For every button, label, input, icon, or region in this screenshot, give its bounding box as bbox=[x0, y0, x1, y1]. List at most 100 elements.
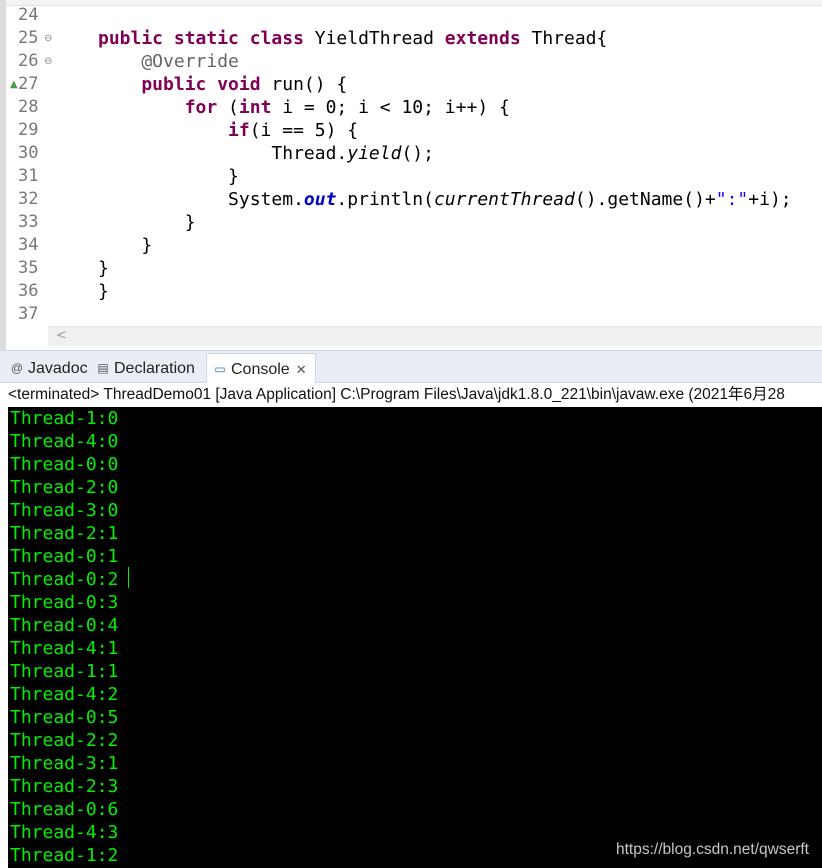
code-keyword: for bbox=[98, 97, 229, 118]
code-token: YieldThread bbox=[314, 28, 445, 49]
code-token: System. bbox=[98, 189, 304, 210]
console-line: Thread-2:3 bbox=[10, 776, 119, 797]
close-icon[interactable]: ✕ bbox=[296, 362, 307, 377]
code-text: System.out.println(currentThread().getNa… bbox=[98, 188, 792, 211]
console-line: Thread-3:0 bbox=[10, 500, 119, 521]
code-text: } bbox=[98, 280, 109, 303]
code-token: } bbox=[98, 212, 196, 233]
code-token: . bbox=[336, 189, 348, 210]
code-token: (i == 5) { bbox=[249, 120, 359, 141]
code-token: println( bbox=[347, 189, 434, 210]
tab-label: Declaration bbox=[114, 360, 195, 377]
tab-javadoc[interactable]: @ Javadoc bbox=[10, 353, 88, 383]
console-line: Thread-0:5 bbox=[10, 707, 119, 728]
code-line: 31 } bbox=[6, 165, 822, 188]
editor-horizontal-scrollbar[interactable]: < bbox=[48, 326, 822, 346]
tab-declaration[interactable]: ▤ Declaration bbox=[96, 353, 195, 383]
tab-label: Console bbox=[231, 361, 290, 378]
code-token: } bbox=[98, 281, 109, 302]
code-line: ▲ 27 public void run() { bbox=[6, 73, 822, 96]
code-token: ( bbox=[228, 97, 239, 118]
line-number: 36 bbox=[18, 281, 39, 301]
console-line: Thread-2:0 bbox=[10, 477, 119, 498]
code-token: currentThread bbox=[433, 189, 575, 210]
line-number: 27 bbox=[18, 74, 39, 94]
code-keyword: if bbox=[98, 120, 250, 141]
code-token: ().getName()+ bbox=[574, 189, 716, 210]
line-number: 37 bbox=[18, 304, 39, 324]
console-output[interactable]: Thread-1:0 Thread-4:0 Thread-0:0 Thread-2:0… bbox=[8, 407, 822, 868]
line-number: 28 bbox=[18, 97, 39, 117]
tab-console[interactable]: ▭ Console ✕ bbox=[206, 353, 316, 384]
code-editor[interactable]: 24 25 ⊖ public static class YieldThread ext… bbox=[0, 0, 822, 350]
code-text: if(i == 5) { bbox=[98, 119, 358, 142]
code-token: run() { bbox=[271, 74, 348, 95]
console-line: Thread-4:2 bbox=[10, 684, 119, 705]
scroll-left-icon[interactable]: < bbox=[56, 328, 67, 343]
line-number: 33 bbox=[18, 212, 39, 232]
code-token: yield bbox=[347, 143, 402, 164]
line-number: 24 bbox=[18, 5, 39, 25]
code-line: 35} bbox=[6, 257, 822, 280]
console-line: Thread-0:6 bbox=[10, 799, 119, 820]
code-line: 37 bbox=[6, 303, 822, 326]
code-text: } bbox=[98, 211, 196, 234]
code-line: 34 } bbox=[6, 234, 822, 257]
code-text: } bbox=[98, 234, 152, 257]
code-text: Thread.yield(); bbox=[98, 142, 434, 165]
console-line: Thread-1:0 bbox=[10, 408, 119, 429]
code-line: 30 Thread.yield(); bbox=[6, 142, 822, 165]
code-text: public void run() { bbox=[98, 73, 347, 96]
console-line: Thread-4:3 bbox=[10, 822, 119, 843]
code-keyword: extends bbox=[444, 28, 532, 49]
console-icon: ▭ bbox=[214, 362, 226, 376]
code-text: @Override bbox=[98, 50, 239, 73]
code-token: out bbox=[303, 189, 337, 210]
console-line: Thread-0:1 bbox=[10, 546, 119, 567]
code-token: } bbox=[98, 166, 239, 187]
code-token: i = 0; i < 10; i++) { bbox=[282, 97, 510, 118]
console-line: Thread-1:2 bbox=[10, 845, 119, 866]
code-token: Thread{ bbox=[531, 28, 608, 49]
fold-collapse-icon[interactable]: ⊖ bbox=[44, 27, 52, 50]
code-token: } bbox=[98, 258, 109, 279]
console-line: Thread-4:1 bbox=[10, 638, 119, 659]
code-text: for (int i = 0; i < 10; i++) { bbox=[98, 96, 510, 119]
console-line: Thread-4:0 bbox=[10, 431, 119, 452]
line-number: 29 bbox=[18, 120, 39, 140]
console-line: Thread-2:1 bbox=[10, 523, 119, 544]
console-line: Thread-0:3 bbox=[10, 592, 119, 613]
code-line: 25 ⊖ public static class YieldThread exten… bbox=[6, 27, 822, 50]
code-token: +i); bbox=[748, 189, 792, 210]
console-line: Thread-1:1 bbox=[10, 661, 119, 682]
code-token: (); bbox=[401, 143, 434, 164]
code-text: } bbox=[98, 257, 109, 280]
code-keyword: public static class bbox=[98, 28, 315, 49]
code-line: 32 System.out.println(currentThread().ge… bbox=[6, 188, 822, 211]
code-keyword: public void bbox=[98, 74, 272, 95]
console-line: Thread-0:2 bbox=[10, 569, 119, 590]
console-line: Thread-0:0 bbox=[10, 454, 119, 475]
code-token: Thread. bbox=[98, 143, 348, 164]
line-number: 31 bbox=[18, 166, 39, 186]
code-keyword: int bbox=[238, 97, 283, 118]
tab-label: Javadoc bbox=[28, 360, 88, 377]
text-caret bbox=[128, 567, 129, 588]
fold-collapse-icon[interactable]: ⊖ bbox=[44, 50, 52, 73]
code-token: } bbox=[98, 235, 153, 256]
code-line: 28 for (int i = 0; i < 10; i++) { bbox=[6, 96, 822, 119]
line-number: 34 bbox=[18, 235, 39, 255]
code-line: 36} bbox=[6, 280, 822, 303]
code-annotation: @Override bbox=[98, 51, 239, 72]
code-line: 29 if(i == 5) { bbox=[6, 119, 822, 142]
console-status-line: <terminated> ThreadDemo01 [Java Applicat… bbox=[0, 383, 822, 407]
code-line: 33 } bbox=[6, 211, 822, 234]
code-line: 24 bbox=[6, 4, 822, 27]
code-text: } bbox=[98, 165, 239, 188]
console-line: Thread-3:1 bbox=[10, 753, 119, 774]
console-line: Thread-0:4 bbox=[10, 615, 119, 636]
line-number: 35 bbox=[18, 258, 39, 278]
line-number: 32 bbox=[18, 189, 39, 209]
panel-tab-bar: @ Javadoc ▤ Declaration ▭ Console ✕ bbox=[0, 350, 822, 384]
declaration-icon: ▤ bbox=[97, 361, 109, 375]
